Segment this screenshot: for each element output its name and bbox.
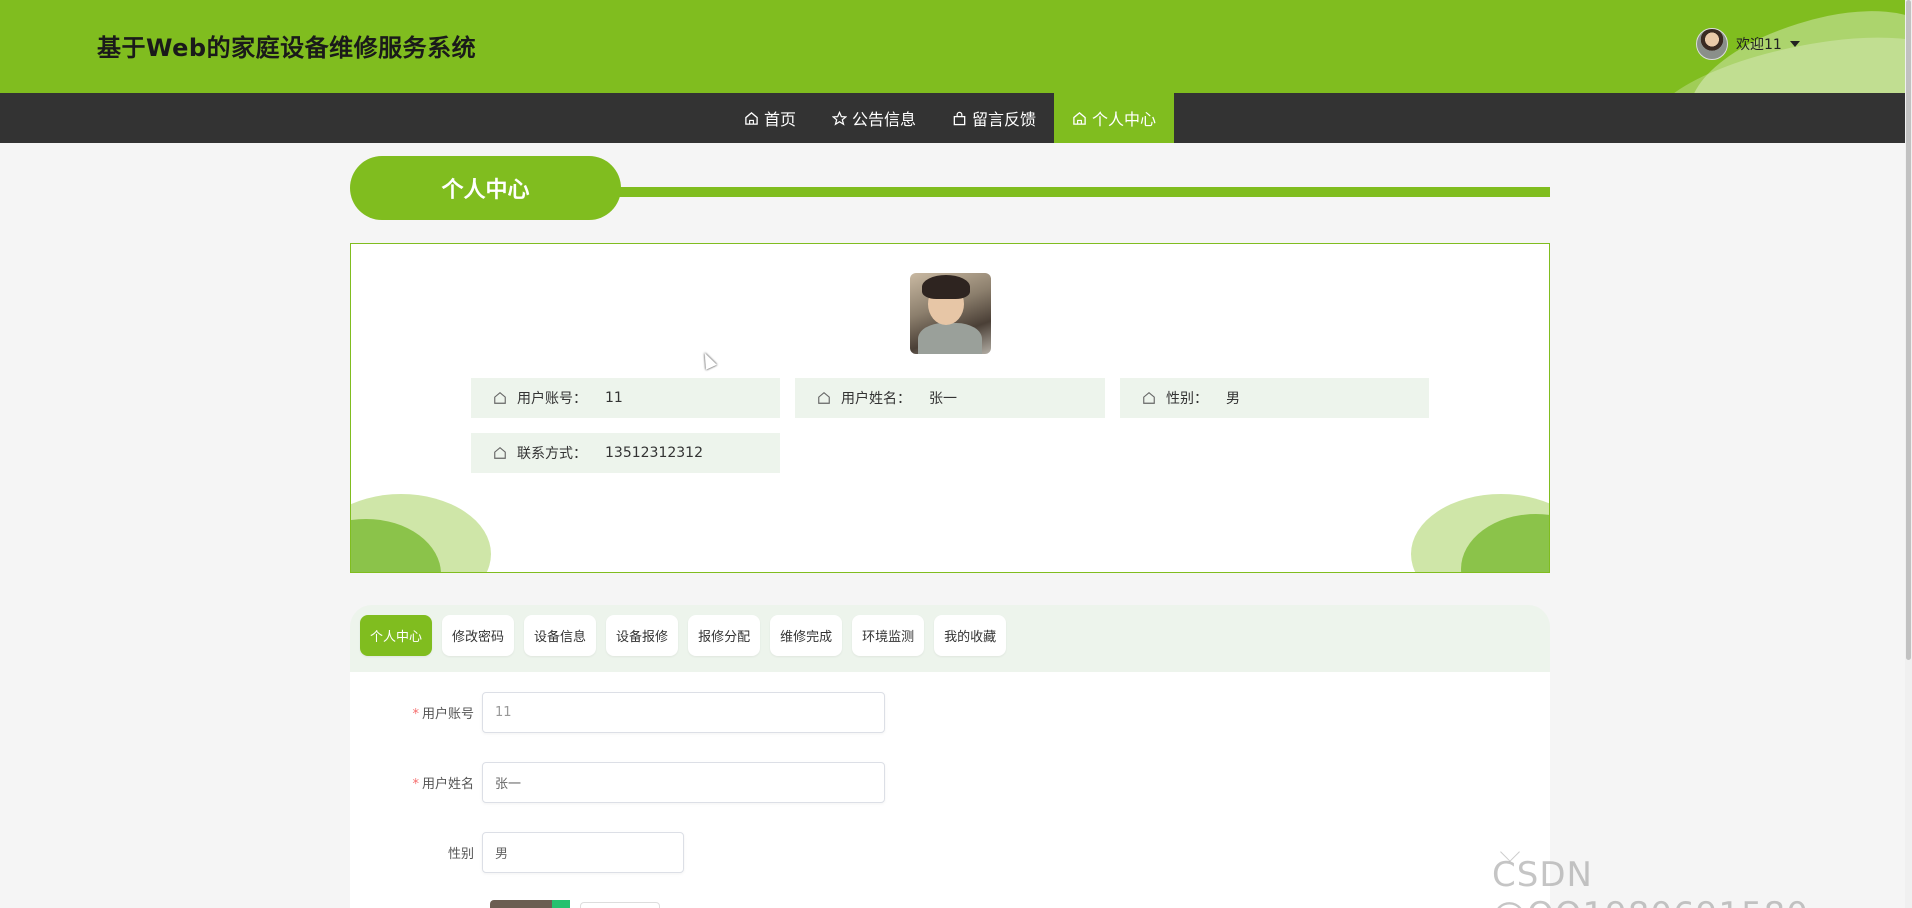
profile-info-card: 用户账号： 11 用户姓名： 张一 性别： 男 联系方式： 1351231231…	[350, 243, 1550, 573]
profile-tabs-panel: 个人中心 修改密码 设备信息 设备报修 报修分配 维修完成 环境监测 我的收藏	[350, 605, 1550, 672]
avatar[interactable]	[1696, 28, 1728, 60]
avatar	[910, 273, 991, 354]
scrollbar-thumb[interactable]	[1906, 0, 1911, 660]
upload-button[interactable]	[580, 902, 660, 908]
profile-form: *用户账号 *用户姓名 性别	[350, 672, 1550, 908]
info-name: 用户姓名： 张一	[795, 378, 1105, 418]
section-divider	[600, 187, 1550, 197]
home-icon	[494, 447, 506, 459]
nav-item-label: 个人中心	[1092, 110, 1157, 129]
tab-device-info[interactable]: 设备信息	[524, 615, 597, 656]
home-icon	[1143, 392, 1155, 404]
form-label-name: * 用户姓名	[412, 777, 474, 792]
home-icon	[745, 111, 758, 125]
form-label-gender: 性别	[447, 847, 474, 862]
tab-profile[interactable]: 个人中心	[360, 615, 433, 656]
tab-repair-assign[interactable]: 报修分配	[688, 615, 761, 656]
nav-item-profile[interactable]: 个人中心	[1054, 93, 1175, 143]
form-label-account: * 用户账号	[412, 707, 474, 722]
nav-item-label: 首页	[764, 110, 797, 129]
tab-change-password[interactable]: 修改密码	[442, 615, 515, 656]
account-field[interactable]	[482, 692, 885, 733]
nav-item-home[interactable]: 首页	[726, 93, 814, 143]
nav-item-notices[interactable]: 公告信息	[814, 93, 934, 143]
tab-repair-complete[interactable]: 维修完成	[770, 615, 843, 656]
nav-item-feedback[interactable]: 留言反馈	[934, 93, 1054, 143]
info-phone: 联系方式： 13512312312	[471, 433, 780, 473]
site-title: 基于Web的家庭设备维修服务系统	[97, 34, 477, 62]
tab-my-favorites[interactable]: 我的收藏	[934, 615, 1007, 656]
nav-item-label: 公告信息	[852, 110, 917, 129]
chevron-down-icon[interactable]	[1789, 41, 1800, 47]
bag-icon	[953, 111, 966, 125]
home-icon	[494, 392, 506, 404]
name-field[interactable]	[482, 762, 885, 803]
info-gender: 性别： 男	[1120, 378, 1429, 418]
page-title: 个人中心	[350, 156, 621, 220]
tab-device-repair[interactable]: 设备报修	[606, 615, 679, 656]
gender-select[interactable]	[482, 832, 684, 873]
watermark: CSDN @QQ1980691580	[1492, 855, 1808, 908]
welcome-text[interactable]: 欢迎11	[1736, 34, 1782, 54]
info-account: 用户账号： 11	[471, 378, 780, 418]
star-icon	[832, 110, 848, 126]
upload-success-badge	[552, 900, 570, 908]
user-menu[interactable]: 欢迎11	[1696, 28, 1800, 60]
home-icon	[818, 392, 830, 404]
tab-env-monitor[interactable]: 环境监测	[852, 615, 925, 656]
home-icon	[1073, 111, 1086, 125]
header-bar: 基于Web的家庭设备维修服务系统	[0, 0, 1905, 93]
nav-item-label: 留言反馈	[972, 110, 1037, 129]
main-nav: 首页 公告信息 留言反馈 个人中心	[0, 93, 1905, 143]
